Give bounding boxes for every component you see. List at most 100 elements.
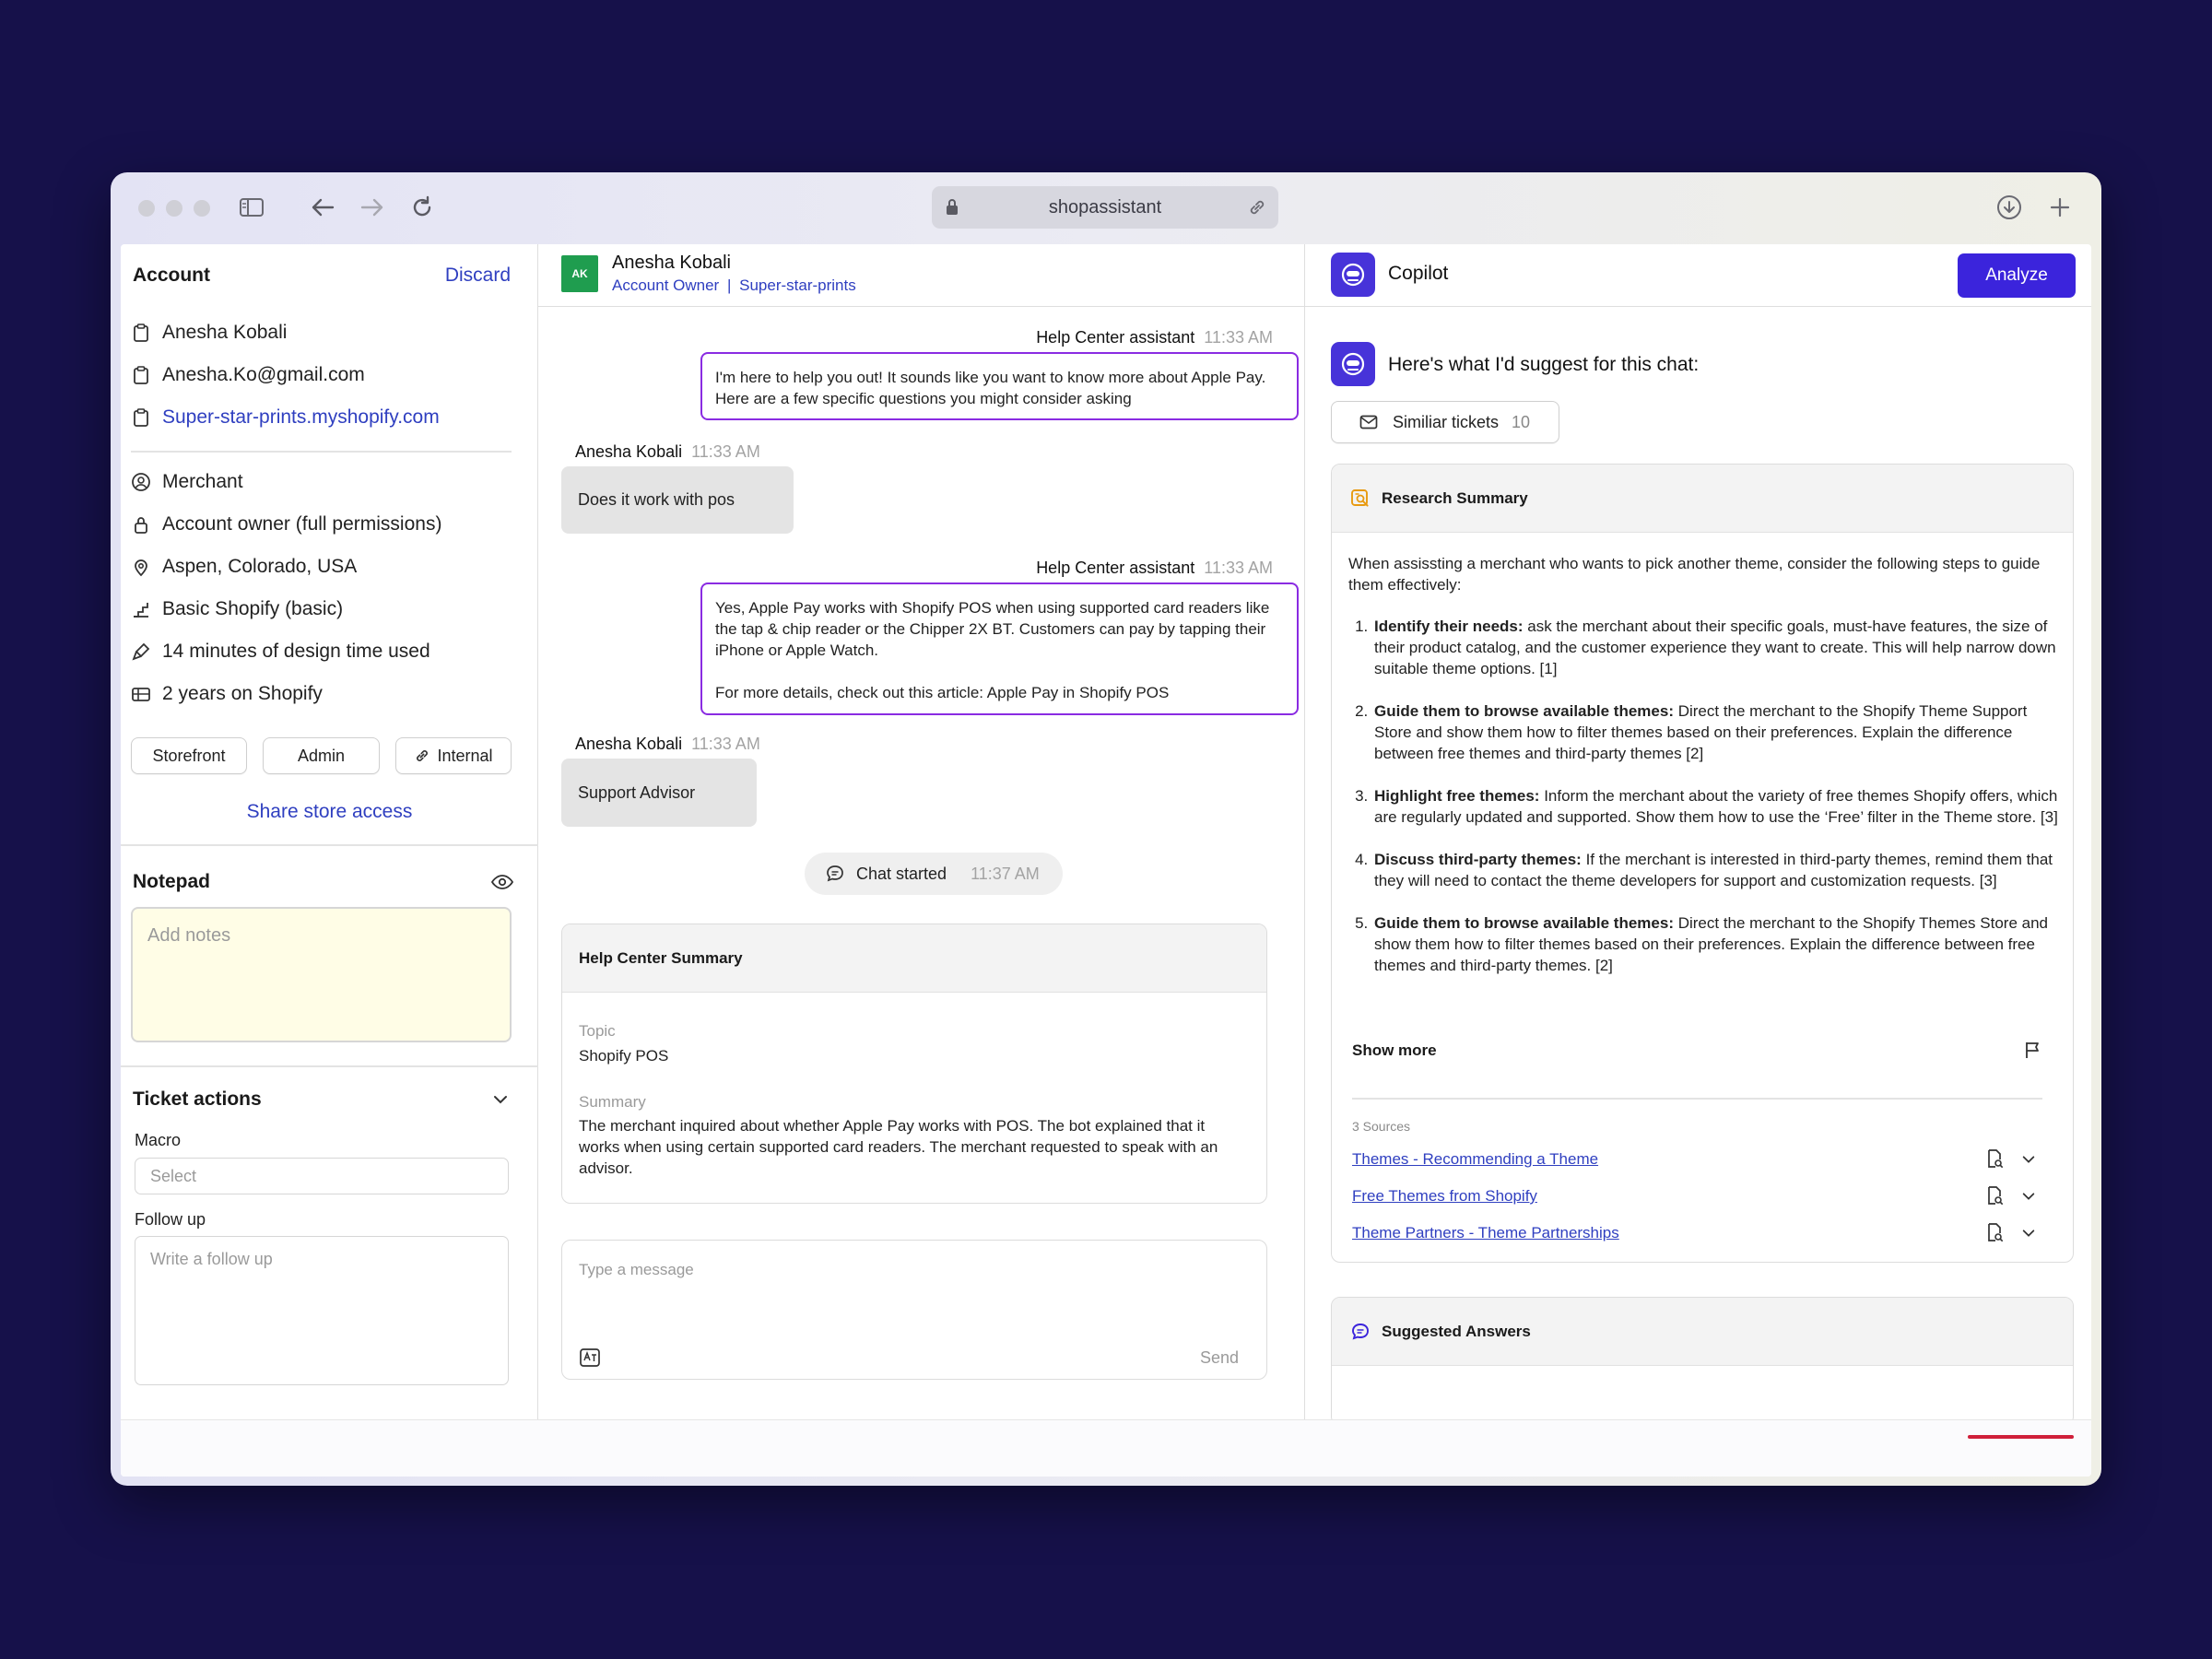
browser-toolbar: shopassistant — [111, 172, 2101, 244]
address-text: shopassistant — [1048, 196, 1162, 218]
copilot-panel: Copilot Analyze Here's what I'd suggest … — [1305, 244, 2091, 1426]
source-link[interactable]: Themes - Recommending a Theme — [1352, 1150, 1598, 1169]
account-title: Account — [133, 265, 210, 286]
clipboard-icon — [134, 324, 148, 342]
detail-text: 14 minutes of design time used — [162, 641, 430, 662]
reload-icon[interactable] — [407, 193, 437, 222]
copilot-logo-icon — [1331, 342, 1375, 386]
notepad-title: Notepad — [133, 871, 210, 892]
similar-tickets-label: Similiar tickets — [1393, 412, 1500, 431]
account-panel: Account Discard Anesha Kobali Anesha.Ko@… — [121, 244, 538, 1419]
separator: | — [726, 276, 732, 294]
followup-textarea[interactable]: Write a follow up — [135, 1236, 509, 1385]
discard-link[interactable]: Discard — [445, 265, 511, 287]
new-tab-icon[interactable] — [2045, 193, 2075, 222]
notes-textarea[interactable]: Add notes — [131, 907, 512, 1042]
summary-title: Help Center Summary — [562, 924, 1266, 993]
detail-text: Account owner (full permissions) — [162, 513, 442, 535]
share-store-access-link[interactable]: Share store access — [121, 801, 538, 823]
account-name[interactable]: Anesha Kobali — [162, 322, 287, 344]
address-bar[interactable]: shopassistant — [932, 186, 1278, 229]
similar-tickets-button[interactable]: Similiar tickets 10 — [1331, 401, 1559, 443]
detail-text: Merchant — [162, 471, 243, 492]
message-composer[interactable]: Type a message Send — [561, 1240, 1267, 1380]
document-search-icon[interactable] — [1984, 1148, 2005, 1169]
divider — [121, 844, 538, 846]
contact-role[interactable]: Account Owner — [612, 276, 719, 294]
message-time: 11:33 AM — [1204, 328, 1273, 347]
divider — [131, 451, 512, 453]
summary-value: The merchant inquired about whether Appl… — [579, 1117, 1218, 1177]
message-input[interactable]: Type a message — [579, 1261, 694, 1279]
source-link[interactable]: Theme Partners - Theme Partnerships — [1352, 1224, 1619, 1242]
message-text: Support Advisor — [578, 782, 696, 802]
chat-started-time: 11:37 AM — [971, 864, 1040, 883]
storefront-button[interactable]: Storefront — [131, 737, 247, 774]
chat-started-pill: Chat started 11:37 AM — [805, 853, 1063, 895]
detail-permissions-row: Account owner (full permissions) — [131, 513, 441, 535]
chevron-down-icon[interactable] — [492, 1094, 509, 1105]
detail-text: Aspen, Colorado, USA — [162, 556, 358, 577]
macro-label: Macro — [135, 1131, 182, 1149]
clipboard-icon — [134, 408, 148, 427]
chat-header: AK Anesha Kobali Account Owner | Super-s… — [538, 244, 1305, 307]
admin-button[interactable]: Admin — [263, 737, 380, 774]
step-heading: Guide them to browse available themes: — [1374, 914, 1674, 932]
suggested-answers-header: Suggested Answers — [1332, 1298, 2073, 1366]
chat-panel: AK Anesha Kobali Account Owner | Super-s… — [538, 244, 1305, 1419]
research-step: Guide them to browse available themes: D… — [1372, 700, 2063, 764]
close-window-dot[interactable] — [138, 200, 155, 217]
help-center-summary-card: Help Center Summary Topic Shopify POS Su… — [561, 924, 1267, 1204]
chevron-down-icon[interactable] — [2021, 1191, 2036, 1202]
document-search-icon[interactable] — [1984, 1222, 2005, 1242]
sender-name: Anesha Kobali — [575, 735, 683, 753]
send-button[interactable]: Send — [1200, 1348, 1239, 1368]
message-text-article: For more details, check out this article… — [715, 684, 1170, 701]
back-arrow-icon[interactable] — [308, 193, 337, 222]
show-more-link[interactable]: Show more — [1352, 1041, 1437, 1060]
message-time: 11:33 AM — [691, 735, 760, 753]
step-heading: Identify their needs: — [1374, 618, 1524, 635]
forward-arrow-icon[interactable] — [358, 193, 387, 222]
account-email[interactable]: Anesha.Ko@gmail.com — [162, 364, 365, 386]
followup-label: Follow up — [135, 1210, 206, 1229]
link-icon — [417, 750, 429, 761]
research-summary-body: When assissting a merchant who wants to … — [1348, 553, 2063, 997]
research-step: Highlight free themes: Inform the mercha… — [1372, 785, 2063, 828]
internal-button-label: Internal — [437, 746, 493, 765]
suggested-answers-title: Suggested Answers — [1382, 1322, 1531, 1340]
similar-tickets-count: 10 — [1512, 412, 1531, 431]
message-text: I'm here to help you out! It sounds like… — [715, 369, 1266, 407]
analyze-button[interactable]: Analyze — [1958, 253, 2076, 298]
browser-window: shopassistant Account Discard Anesha Kob… — [111, 172, 2101, 1486]
internal-button[interactable]: Internal — [395, 737, 512, 774]
store-link[interactable]: Super-star-prints.myshopify.com — [162, 406, 440, 429]
message-text: Yes, Apple Pay works with Shopify POS wh… — [715, 599, 1270, 659]
contact-store[interactable]: Super-star-prints — [739, 276, 856, 294]
detail-text: 2 years on Shopify — [162, 683, 323, 704]
chevron-down-icon[interactable] — [2021, 1154, 2036, 1165]
translate-icon[interactable] — [579, 1347, 601, 1368]
download-icon[interactable] — [1994, 193, 2024, 222]
summary-label: Summary — [579, 1093, 646, 1111]
maximize-window-dot[interactable] — [194, 200, 210, 217]
minimize-window-dot[interactable] — [166, 200, 182, 217]
detail-location-row: Aspen, Colorado, USA — [131, 556, 357, 578]
eye-icon[interactable] — [491, 874, 513, 890]
flag-icon[interactable] — [2023, 1040, 2043, 1060]
chevron-down-icon[interactable] — [2021, 1228, 2036, 1239]
lock-icon — [947, 199, 958, 215]
paintbrush-icon — [132, 642, 150, 661]
macro-select[interactable]: Select — [135, 1158, 509, 1194]
document-search-icon[interactable] — [1984, 1185, 2005, 1206]
account-email-row: Anesha.Ko@gmail.com — [131, 364, 365, 386]
account-store-row: Super-star-prints.myshopify.com — [131, 406, 440, 429]
research-steps: Identify their needs: ask the merchant a… — [1348, 616, 2063, 976]
step-heading: Discuss third-party themes: — [1374, 851, 1582, 868]
copilot-title: Copilot — [1388, 263, 1449, 284]
link-icon[interactable] — [1247, 197, 1267, 218]
source-link[interactable]: Free Themes from Shopify — [1352, 1187, 1537, 1206]
sidebar-toggle-icon[interactable] — [237, 193, 266, 222]
contact-subtitle: Account Owner | Super-star-prints — [612, 276, 856, 295]
user-message: Does it work with pos — [561, 466, 794, 534]
